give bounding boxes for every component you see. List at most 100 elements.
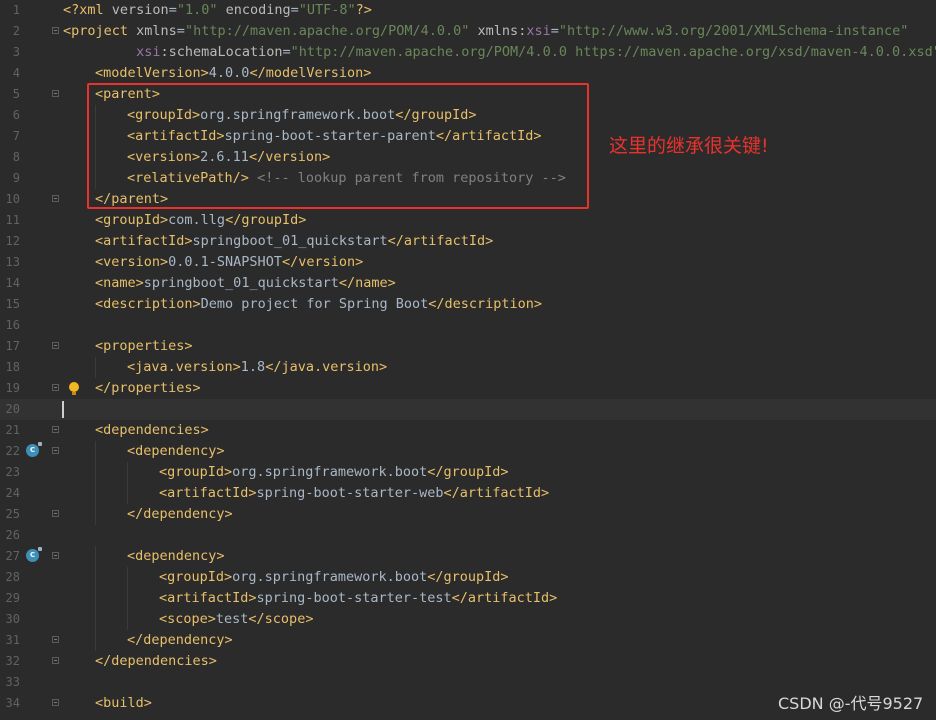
- code-line[interactable]: 13 <version>0.0.1-SNAPSHOT</version>: [0, 252, 936, 273]
- code-line[interactable]: 30 <scope>test</scope>: [0, 609, 936, 630]
- code-line[interactable]: 25 </dependency>: [0, 504, 936, 525]
- line-number[interactable]: 18: [0, 357, 20, 378]
- line-number[interactable]: 22: [0, 441, 20, 462]
- annotation-text: 这里的继承很关键!: [609, 135, 769, 157]
- code-line[interactable]: 16: [0, 315, 936, 336]
- line-number[interactable]: 9: [0, 168, 20, 189]
- code-token: <dependency>: [127, 548, 225, 564]
- code-line[interactable]: 21 <dependencies>: [0, 420, 936, 441]
- fold-toggle-icon[interactable]: [52, 384, 59, 391]
- code-line[interactable]: 22 c <dependency>: [0, 441, 936, 462]
- code-token: </version>: [281, 254, 364, 270]
- line-number[interactable]: 16: [0, 315, 20, 336]
- fold-toggle-icon[interactable]: [52, 699, 59, 706]
- code-line[interactable]: 3 xsi:schemaLocation="http://maven.apach…: [0, 42, 936, 63]
- fold-toggle-icon[interactable]: [52, 510, 59, 517]
- line-number[interactable]: 13: [0, 252, 20, 273]
- code-text: <scope>test</scope>: [159, 609, 313, 630]
- fold-toggle-icon[interactable]: [52, 195, 59, 202]
- line-number[interactable]: 27: [0, 546, 20, 567]
- fold-toggle-icon[interactable]: [52, 636, 59, 643]
- line-number[interactable]: 26: [0, 525, 20, 546]
- line-number[interactable]: 19: [0, 378, 20, 399]
- code-line[interactable]: 12 <artifactId>springboot_01_quickstart</…: [0, 231, 936, 252]
- code-token: <modelVersion>: [95, 65, 209, 81]
- line-number[interactable]: 23: [0, 462, 20, 483]
- code-line[interactable]: 19 </properties>: [0, 378, 936, 399]
- parent-highlight-box: [87, 83, 589, 209]
- code-token: </dependency>: [127, 506, 233, 522]
- line-number[interactable]: 8: [0, 147, 20, 168]
- line-number[interactable]: 7: [0, 126, 20, 147]
- fold-toggle-icon[interactable]: [52, 90, 59, 97]
- line-number[interactable]: 20: [0, 399, 20, 420]
- line-number[interactable]: 29: [0, 588, 20, 609]
- code-token: </groupId>: [427, 464, 509, 480]
- line-number[interactable]: 14: [0, 273, 20, 294]
- code-token: <scope>: [159, 611, 216, 627]
- code-text: <modelVersion>4.0.0</modelVersion>: [95, 63, 371, 84]
- line-number[interactable]: 11: [0, 210, 20, 231]
- code-editor[interactable]: 1 <?xml version="1.0" encoding="UTF-8"?> 2…: [0, 0, 936, 720]
- code-token: <artifactId>: [159, 485, 257, 501]
- code-line[interactable]: 32 </dependencies>: [0, 651, 936, 672]
- line-number[interactable]: 15: [0, 294, 20, 315]
- indent-guide: [95, 630, 96, 651]
- code-text: </dependency>: [127, 630, 233, 651]
- code-line[interactable]: 17 <properties>: [0, 336, 936, 357]
- fold-toggle-icon[interactable]: [52, 552, 59, 559]
- line-number[interactable]: 17: [0, 336, 20, 357]
- code-line[interactable]: 23 <groupId>org.springframework.boot</gro…: [0, 462, 936, 483]
- code-line[interactable]: 18 <java.version>1.8</java.version>: [0, 357, 936, 378]
- line-number[interactable]: 5: [0, 84, 20, 105]
- code-token: "http://maven.apache.org/POM/4.0.0 https…: [290, 44, 936, 60]
- line-number[interactable]: 28: [0, 567, 20, 588]
- line-number[interactable]: 10: [0, 189, 20, 210]
- fold-toggle-icon[interactable]: [52, 657, 59, 664]
- code-line[interactable]: 15 <description>Demo project for Spring B…: [0, 294, 936, 315]
- code-line[interactable]: 4 <modelVersion>4.0.0</modelVersion>: [0, 63, 936, 84]
- code-line[interactable]: 28 <groupId>org.springframework.boot</gro…: [0, 567, 936, 588]
- code-token: "http://www.w3.org/2001/XMLSchema-instan…: [558, 23, 909, 39]
- line-number[interactable]: 25: [0, 504, 20, 525]
- line-number[interactable]: 2: [0, 21, 20, 42]
- code-line[interactable]: 14 <name>springboot_01_quickstart</name>: [0, 273, 936, 294]
- line-number[interactable]: 33: [0, 672, 20, 693]
- fold-toggle-icon[interactable]: [52, 342, 59, 349]
- code-token: 0.0.1-SNAPSHOT: [168, 254, 282, 270]
- code-line[interactable]: 2 <project xmlns="http://maven.apache.org…: [0, 21, 936, 42]
- fold-toggle-icon[interactable]: [52, 27, 59, 34]
- fold-toggle-icon[interactable]: [52, 447, 59, 454]
- code-token: "1.0": [176, 2, 218, 18]
- code-line[interactable]: 29 <artifactId>spring-boot-starter-test</…: [0, 588, 936, 609]
- code-token: encoding: [217, 2, 291, 18]
- line-number[interactable]: 4: [0, 63, 20, 84]
- line-number[interactable]: 32: [0, 651, 20, 672]
- line-number[interactable]: 31: [0, 630, 20, 651]
- line-number[interactable]: 12: [0, 231, 20, 252]
- dependency-gutter-icon[interactable]: c: [26, 442, 42, 457]
- code-text: </dependency>: [127, 504, 233, 525]
- code-token: </groupId>: [225, 212, 307, 228]
- line-number[interactable]: 6: [0, 105, 20, 126]
- line-number[interactable]: 34: [0, 693, 20, 714]
- dependency-gutter-icon[interactable]: c: [26, 547, 42, 562]
- line-number[interactable]: 1: [0, 0, 20, 21]
- code-line[interactable]: 27 c <dependency>: [0, 546, 936, 567]
- code-line[interactable]: 20: [0, 399, 936, 420]
- fold-toggle-icon[interactable]: [52, 426, 59, 433]
- code-line[interactable]: 24 <artifactId>spring-boot-starter-web</a…: [0, 483, 936, 504]
- code-text: <dependencies>: [95, 420, 209, 441]
- lightbulb-icon[interactable]: [69, 382, 79, 395]
- line-number[interactable]: 3: [0, 42, 20, 63]
- code-text: <?xml version="1.0" encoding="UTF-8"?>: [63, 0, 372, 21]
- code-line[interactable]: 11 <groupId>com.llg</groupId>: [0, 210, 936, 231]
- code-token: =: [550, 23, 559, 39]
- line-number[interactable]: 21: [0, 420, 20, 441]
- line-number[interactable]: 30: [0, 609, 20, 630]
- line-number[interactable]: 24: [0, 483, 20, 504]
- code-line[interactable]: 26: [0, 525, 936, 546]
- code-line[interactable]: 1 <?xml version="1.0" encoding="UTF-8"?>: [0, 0, 936, 21]
- code-line[interactable]: 31 </dependency>: [0, 630, 936, 651]
- code-text: <java.version>1.8</java.version>: [127, 357, 387, 378]
